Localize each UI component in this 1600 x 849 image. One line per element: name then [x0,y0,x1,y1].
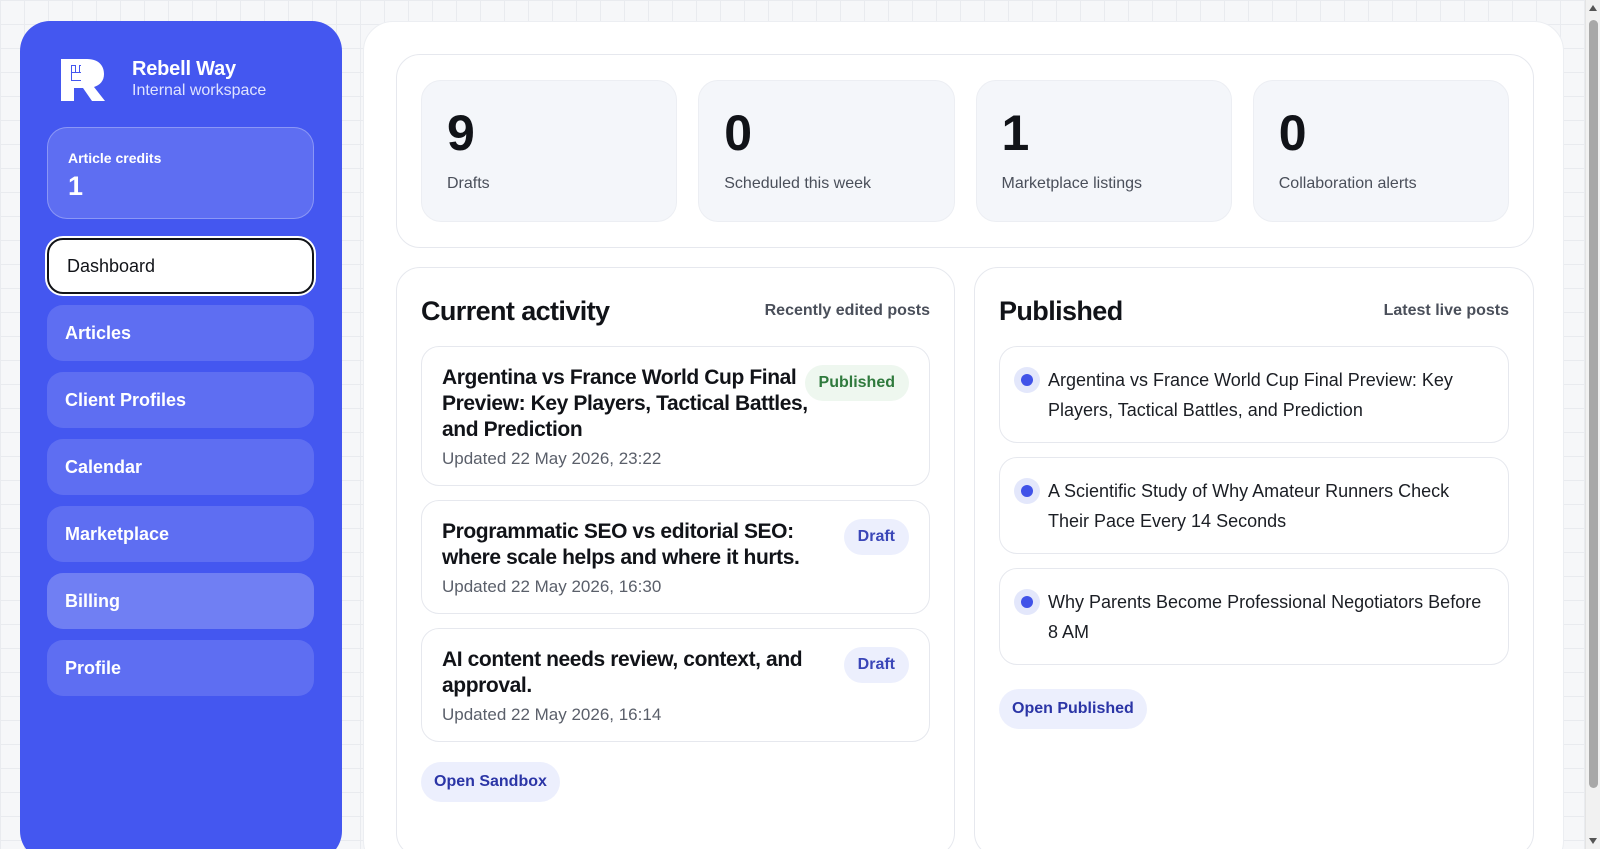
stat-value: 9 [447,105,475,161]
sidebar-item-articles[interactable]: Articles [47,305,314,361]
sidebar-item-billing[interactable]: Billing [47,573,314,629]
stat-label: Marketplace listings [1001,175,1143,192]
status-badge: Published [804,365,909,401]
sidebar-item-client-profiles[interactable]: Client Profiles [47,372,314,428]
card-updated: Updated 22 May 2026, 23:22 [442,449,662,468]
brand-name: Rebell Way [132,57,236,80]
published-item[interactable]: A Scientific Study of Why Amateur Runner… [999,457,1509,554]
bullet-dot-icon [1014,478,1040,504]
sidebar-item-dashboard[interactable]: Dashboard [47,238,314,294]
credits-value: 1 [68,171,84,201]
sidebar-item-calendar[interactable]: Calendar [47,439,314,495]
rebell-logo-icon [61,58,105,101]
stat-value: 0 [724,105,752,161]
scroll-up-icon[interactable] [1589,5,1597,11]
panel-header: Published Latest live posts [999,292,1509,330]
activity-card[interactable]: Argentina vs France World Cup Final Prev… [421,346,930,486]
published-panel: Published Latest live posts Argentina vs… [974,267,1534,849]
page-scrollbar[interactable] [1585,0,1600,849]
brand: Rebell Way Internal workspace [57,51,314,106]
stat-drafts: 9 Drafts [421,80,678,222]
bullet-dot-icon [1014,367,1040,393]
activity-card[interactable]: AI content needs review, context, and ap… [421,628,930,742]
published-item[interactable]: Why Parents Become Professional Negotiat… [999,568,1509,665]
status-badge: Draft [843,519,909,555]
stat-scheduled: 0 Scheduled this week [698,80,955,222]
sidebar-item-marketplace[interactable]: Marketplace [47,506,314,562]
published-item[interactable]: Argentina vs France World Cup Final Prev… [999,346,1509,443]
sidebar-item-profile[interactable]: Profile [47,640,314,696]
stat-value: 0 [1278,105,1307,161]
article-credits-card: Article credits 1 [47,127,314,219]
stat-marketplace-listings: 1 Marketplace listings [975,80,1232,222]
scroll-thumb[interactable] [1589,20,1598,788]
stat-label: Drafts [447,175,490,192]
open-published-button[interactable]: Open Published [999,689,1147,729]
panel-subtitle: Latest live posts [1383,302,1509,319]
stat-value: 1 [1001,105,1030,161]
bullet-dot-icon [1014,589,1040,615]
card-title: AI content needs review, context, and ap… [442,648,803,697]
panel-header: Current activity Recently edited posts [421,292,930,330]
current-activity-panel: Current activity Recently edited posts A… [396,267,955,849]
status-badge: Draft [843,647,909,683]
panel-title: Published [999,295,1123,326]
sidebar-nav: Dashboard Articles Client Profiles Calen… [47,238,314,696]
published-item-title: Argentina vs France World Cup Final Prev… [1048,370,1453,420]
sidebar: Rebell Way Internal workspace Article cr… [20,21,342,849]
stat-label: Collaboration alerts [1278,175,1417,192]
stat-label: Scheduled this week [724,175,872,192]
panel-subtitle: Recently edited posts [764,302,930,319]
brand-subtitle: Internal workspace [132,81,267,99]
main-panel: 9 Drafts 0 Scheduled this week 1 Marketp… [363,21,1564,849]
stats-row: 9 Drafts 0 Scheduled this week 1 Marketp… [396,54,1534,248]
card-updated: Updated 22 May 2026, 16:30 [442,577,662,596]
stat-collaboration-alerts: 0 Collaboration alerts [1252,80,1509,222]
published-item-title: Why Parents Become Professional Negotiat… [1048,592,1482,642]
card-title: Argentina vs France World Cup Final Prev… [442,366,808,441]
credits-label: Article credits [68,150,162,166]
activity-card[interactable]: Programmatic SEO vs editorial SEO: where… [421,500,930,614]
published-item-title: A Scientific Study of Why Amateur Runner… [1048,481,1450,531]
open-sandbox-button[interactable]: Open Sandbox [421,762,560,802]
card-title: Programmatic SEO vs editorial SEO: where… [442,520,800,569]
scroll-down-icon[interactable] [1589,838,1597,844]
card-updated: Updated 22 May 2026, 16:14 [442,705,662,724]
panel-title: Current activity [421,295,610,326]
